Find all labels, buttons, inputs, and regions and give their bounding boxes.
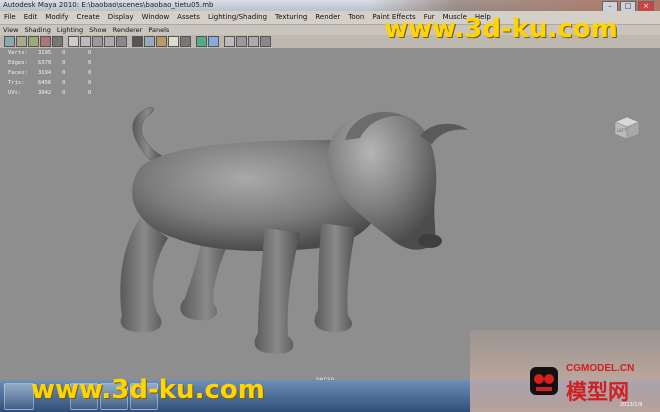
menu-texturing[interactable]: Texturing: [271, 13, 311, 21]
dog-tail: [132, 107, 163, 161]
ambient-occlusion-icon[interactable]: [248, 36, 259, 47]
isolate-select-icon[interactable]: [224, 36, 235, 47]
menu-toon[interactable]: Toon: [344, 13, 368, 21]
start-button[interactable]: [4, 383, 34, 410]
texture-icon[interactable]: [156, 36, 167, 47]
smooth-shade-icon[interactable]: [144, 36, 155, 47]
dog-nose: [418, 234, 442, 248]
lighting-icon[interactable]: [168, 36, 179, 47]
window-title: Autodesk Maya 2010: E:\baobao\scenes\bao…: [3, 1, 214, 9]
xray-icon[interactable]: [196, 36, 207, 47]
select-camera-icon[interactable]: [4, 36, 15, 47]
field-chart-icon[interactable]: [104, 36, 115, 47]
menu-edit[interactable]: Edit: [20, 13, 42, 21]
bookmark-icon[interactable]: [28, 36, 39, 47]
clock-date: 2013/1/9: [620, 402, 643, 408]
xray-joints-icon[interactable]: [208, 36, 219, 47]
viewcube-label: LEFT: [617, 128, 627, 133]
viewcube-icon[interactable]: LEFT: [611, 114, 641, 140]
dog-front-leg-right: [314, 223, 356, 332]
menu-create[interactable]: Create: [72, 13, 103, 21]
hq-render-icon[interactable]: [236, 36, 247, 47]
film-gate-icon[interactable]: [68, 36, 79, 47]
brand-name: CGMODEL.CN: [566, 363, 635, 374]
menu-modify[interactable]: Modify: [41, 13, 72, 21]
panel-menu-lighting[interactable]: Lighting: [54, 26, 86, 34]
panel-menu-panels[interactable]: Panels: [145, 26, 172, 34]
menu-assets[interactable]: Assets: [173, 13, 204, 21]
menu-lighting-shading[interactable]: Lighting/Shading: [204, 13, 271, 21]
resolution-gate-icon[interactable]: [80, 36, 91, 47]
shadows-icon[interactable]: [180, 36, 191, 47]
image-plane-icon[interactable]: [40, 36, 51, 47]
wireframe-icon[interactable]: [132, 36, 143, 47]
safe-action-icon[interactable]: [116, 36, 127, 47]
camera-attributes-icon[interactable]: [16, 36, 27, 47]
watermark-top: www.3d-ku.com: [384, 14, 618, 44]
panel-menu-shading[interactable]: Shading: [21, 26, 53, 34]
menu-file[interactable]: File: [0, 13, 20, 21]
panel-menu-view[interactable]: View: [0, 26, 21, 34]
menu-render[interactable]: Render: [311, 13, 344, 21]
menu-window[interactable]: Window: [138, 13, 174, 21]
grid-icon[interactable]: [52, 36, 63, 47]
watermark-bottom: www.3d-ku.com: [31, 375, 265, 405]
dog-back-leg-left: [120, 218, 168, 333]
gate-mask-icon[interactable]: [92, 36, 103, 47]
panel-menu-renderer[interactable]: Renderer: [110, 26, 146, 34]
menu-display[interactable]: Display: [104, 13, 138, 21]
cgmodel-logo-icon: [530, 367, 558, 395]
motion-blur-icon[interactable]: [260, 36, 271, 47]
panel-menu-show[interactable]: Show: [86, 26, 110, 34]
